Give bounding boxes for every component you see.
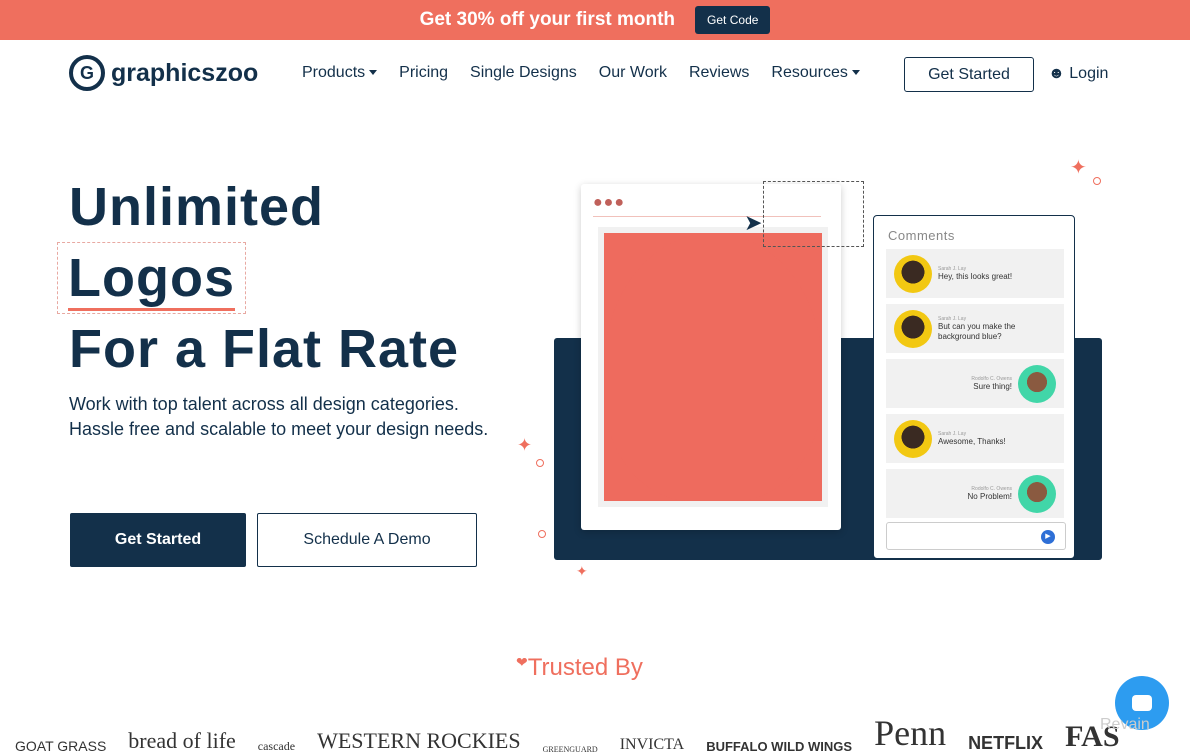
circle-decoration: [536, 459, 544, 467]
login-link[interactable]: ☻ Login: [1048, 65, 1108, 83]
comment-text: Sure thing!: [973, 381, 1012, 391]
promo-text: Get 30% off your first month: [419, 9, 676, 30]
comment-item: Sarah J. Lay Awesome, Thanks!: [886, 414, 1064, 463]
sparkle-icon: ✦: [517, 435, 533, 455]
selection-box: [763, 181, 864, 247]
comment-item: Sarah J. Lay Hey, this looks great!: [886, 249, 1064, 298]
trusted-by-heading: ❤Trusted By: [516, 654, 643, 682]
comments-title: Comments: [888, 228, 955, 243]
user-icon: ☻: [1048, 65, 1070, 82]
brand-logo: NETFLIX: [968, 733, 1044, 753]
hero-highlight-box: Logos: [57, 242, 246, 314]
avatar: [894, 309, 932, 348]
hero-line-1: Unlimited: [69, 177, 325, 237]
brand-logo: INVICTA: [619, 736, 685, 753]
header-get-started-button[interactable]: Get Started: [904, 57, 1034, 92]
brand-logo: cascade: [257, 739, 296, 753]
logo[interactable]: G graphicszoo: [69, 55, 258, 91]
hero-title: Unlimited Logos For a Flat Rate: [57, 172, 460, 384]
brand-logo: WESTERN ROCKIES: [317, 728, 521, 753]
menu-pricing[interactable]: Pricing: [399, 64, 448, 82]
hero-line-3: For a Flat Rate: [69, 319, 460, 379]
avatar: [894, 419, 932, 458]
comment-item: Rodolfo C. Owens No Problem!: [886, 469, 1064, 518]
comments-panel: Comments Sarah J. Lay Hey, this looks gre…: [873, 215, 1075, 559]
hero-subtitle: Work with top talent across all design c…: [69, 394, 489, 439]
send-icon[interactable]: ▶: [1041, 530, 1055, 544]
circle-decoration: [538, 530, 546, 538]
comment-text: But can you make the background blue?: [938, 321, 1016, 341]
comment-text: Awesome, Thanks!: [938, 436, 1006, 446]
get-code-button[interactable]: Get Code: [695, 6, 771, 34]
navbar: G graphicszoo Products Pricing Single De…: [0, 54, 1190, 94]
watermark: Revain: [1100, 716, 1150, 733]
avatar: [894, 254, 932, 293]
promo-banner: Get 30% off your first month Get Code: [0, 0, 1190, 40]
main-menu: Products Pricing Single Designs Our Work…: [302, 64, 860, 82]
logo-mark-icon: G: [69, 55, 105, 91]
menu-reviews[interactable]: Reviews: [689, 64, 749, 82]
brand-logo: Penn: [874, 713, 947, 753]
design-artwork: [598, 227, 828, 507]
trusted-title: Trusted By: [527, 654, 643, 681]
sparkle-icon: ✦: [1070, 157, 1087, 179]
chat-icon: [1132, 695, 1152, 711]
comment-text: Hey, this looks great!: [938, 271, 1013, 281]
circle-decoration: [1093, 177, 1101, 185]
comment-item: Sarah J. Lay But can you make the backgro…: [886, 304, 1064, 353]
sparkle-icon: ✦: [576, 563, 588, 579]
get-started-button[interactable]: Get Started: [70, 513, 246, 567]
hero-line-2: Logos: [68, 248, 235, 311]
logo-text: graphicszoo: [111, 58, 259, 87]
avatar: [1018, 474, 1056, 513]
menu-single-designs[interactable]: Single Designs: [470, 64, 577, 82]
comment-item: Rodolfo C. Owens Sure thing!: [886, 359, 1064, 408]
brand-logo: GOAT GRASS: [15, 738, 107, 754]
menu-our-work[interactable]: Our Work: [599, 64, 667, 82]
brand-logo: bread of life: [128, 728, 236, 753]
comment-author: Rodolfo C. Owens: [971, 485, 1012, 492]
tree-illustration: [604, 233, 822, 501]
avatar: [1018, 364, 1056, 403]
comment-author: Rodolfo C. Owens: [971, 375, 1012, 382]
menu-resources[interactable]: Resources: [771, 64, 859, 82]
window-dots-icon: ●●●: [593, 194, 625, 211]
comment-text: No Problem!: [967, 491, 1012, 501]
brand-logo: BUFFALO WILD WINGS: [706, 739, 853, 754]
cursor-icon: ➤: [744, 210, 763, 235]
heart-chat-icon: ❤: [516, 654, 528, 670]
schedule-demo-button[interactable]: Schedule A Demo: [257, 513, 477, 567]
menu-products[interactable]: Products: [302, 64, 377, 82]
brand-logos: GOAT GRASS bread of life cascade WESTERN…: [15, 712, 1120, 754]
login-label: Login: [1069, 65, 1109, 82]
comment-input[interactable]: ▶: [886, 522, 1066, 550]
